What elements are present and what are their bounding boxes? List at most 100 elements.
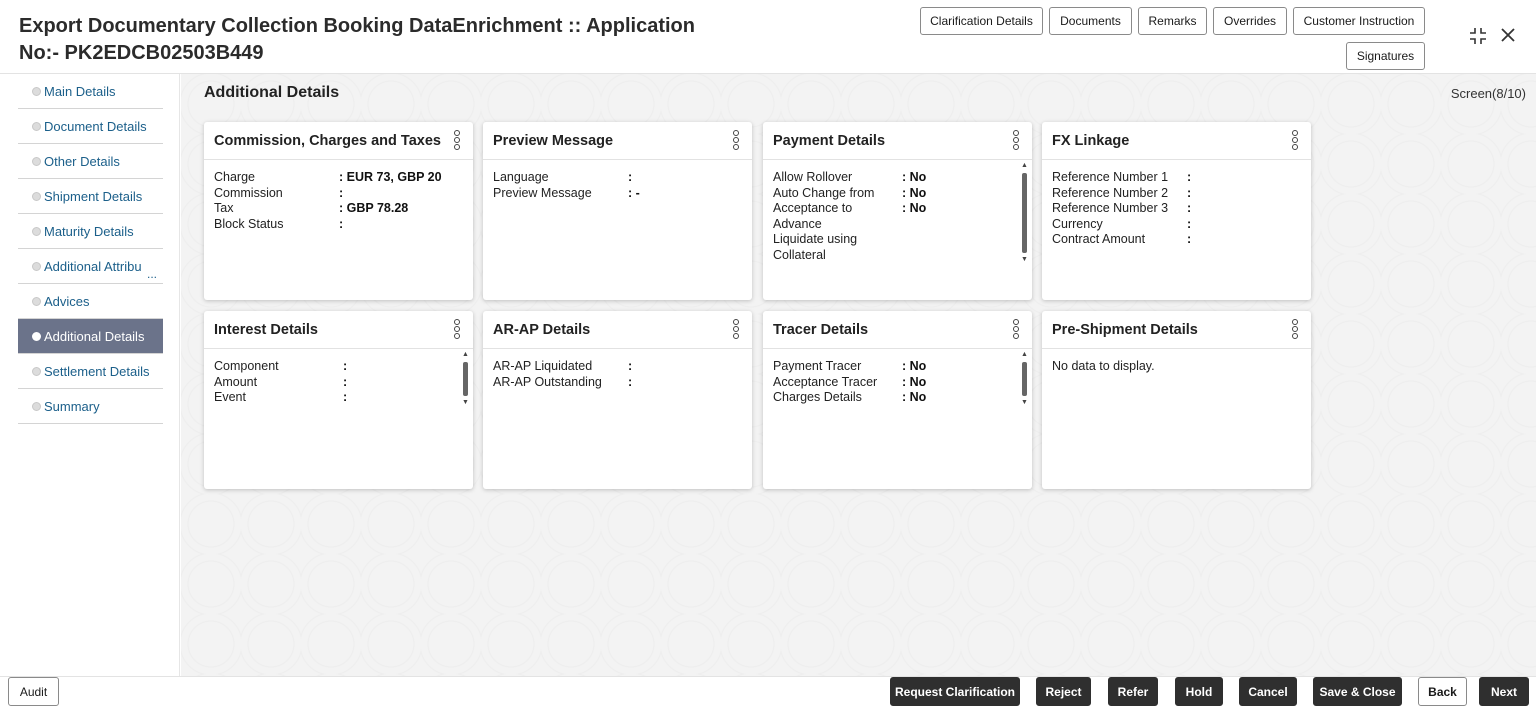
field-value: : — [339, 185, 344, 200]
card-body: AR-AP Liquidated: AR-AP Outstanding: — [483, 349, 752, 488]
field-value: : — [343, 374, 348, 389]
audit-button[interactable]: Audit — [8, 677, 59, 706]
field-row: Preview Message: - — [493, 186, 742, 202]
field-value: : — [628, 374, 633, 389]
overrides-button[interactable]: Overrides — [1213, 7, 1287, 35]
kebab-menu-icon[interactable] — [1012, 318, 1020, 340]
scroll-down-icon[interactable]: ▼ — [462, 399, 469, 407]
card-title: Payment Details — [773, 133, 886, 149]
sidebar-item-document-details[interactable]: Document Details — [18, 109, 163, 144]
card-header: FX Linkage — [1042, 122, 1311, 160]
card-body: Component: Amount: Event: ▲ ▼ — [204, 349, 473, 488]
field-label: Event — [214, 390, 246, 405]
remarks-button[interactable]: Remarks — [1138, 7, 1207, 35]
field-row: Reference Number 1: — [1052, 170, 1301, 186]
signatures-button[interactable]: Signatures — [1346, 42, 1425, 70]
kebab-menu-icon[interactable] — [1291, 129, 1299, 151]
kebab-menu-icon[interactable] — [732, 129, 740, 151]
documents-button[interactable]: Documents — [1049, 7, 1132, 35]
field-row: Payment Tracer: No — [773, 359, 1022, 375]
sidebar-item-additional-details[interactable]: Additional Details — [18, 319, 163, 354]
truncation-ellipsis: ... — [146, 267, 157, 281]
field-label: Charges Details — [773, 390, 862, 405]
field-value: : — [339, 216, 344, 231]
sidebar-item-other-details[interactable]: Other Details — [18, 144, 163, 179]
field-label: Commission — [214, 185, 283, 200]
step-dot-icon — [32, 226, 41, 236]
card-title: AR-AP Details — [493, 322, 591, 338]
page-header: Export Documentary Collection Booking Da… — [0, 0, 1536, 74]
refer-button[interactable]: Refer — [1108, 677, 1158, 706]
field-label: Charge — [214, 170, 255, 184]
request-clarification-button[interactable]: Request Clarification — [890, 677, 1020, 706]
field-value: : No — [902, 374, 927, 389]
field-value: : — [628, 170, 633, 184]
sidebar-item-label: Document Details — [44, 118, 147, 134]
scroll-up-icon[interactable]: ▲ — [1021, 351, 1028, 359]
card-title: Interest Details — [214, 322, 318, 338]
card-scrollbar[interactable]: ▲ ▼ — [1021, 351, 1029, 407]
scroll-down-icon[interactable]: ▼ — [1021, 399, 1028, 407]
card-ar-ap-details: AR-AP Details AR-AP Liquidated: AR-AP Ou… — [483, 311, 752, 489]
step-dot-icon — [32, 366, 41, 376]
maximize-icon[interactable] — [1468, 26, 1488, 50]
customer-instruction-button[interactable]: Customer Instruction — [1293, 7, 1425, 35]
reject-button[interactable]: Reject — [1036, 677, 1091, 706]
sidebar-item-advices[interactable]: Advices — [18, 284, 163, 319]
sidebar-item-summary[interactable]: Summary — [18, 389, 163, 424]
sidebar-item-label: Settlement Details — [44, 363, 150, 379]
field-label: Tax — [214, 201, 234, 216]
scroll-thumb[interactable] — [463, 362, 468, 396]
field-label: AR-AP Outstanding — [493, 374, 602, 389]
field-value: : No — [902, 390, 927, 405]
field-row: Commission: — [214, 186, 463, 202]
kebab-menu-icon[interactable] — [453, 129, 461, 151]
sidebar-item-label: Advices — [44, 293, 90, 309]
step-dot-icon — [32, 261, 41, 271]
field-value: : — [1187, 185, 1192, 200]
card-payment-details: Payment Details Allow Rollover: No Auto … — [763, 122, 1032, 300]
scroll-thumb[interactable] — [1022, 362, 1027, 396]
kebab-menu-icon[interactable] — [453, 318, 461, 340]
card-body: Charge: EUR 73, GBP 20 Commission: Tax: … — [204, 160, 473, 299]
field-row: Tax: GBP 78.28 — [214, 201, 463, 217]
page-title: Export Documentary Collection Booking Da… — [19, 15, 695, 64]
kebab-menu-icon[interactable] — [732, 318, 740, 340]
clarification-details-button[interactable]: Clarification Details — [920, 7, 1043, 35]
scroll-thumb[interactable] — [1022, 173, 1027, 253]
save-close-button[interactable]: Save & Close — [1313, 677, 1402, 706]
cancel-button[interactable]: Cancel — [1239, 677, 1297, 706]
field-label: Block Status — [214, 216, 284, 231]
hold-button[interactable]: Hold — [1175, 677, 1223, 706]
sidebar-item-settlement-details[interactable]: Settlement Details — [18, 354, 163, 389]
close-icon[interactable] — [1499, 26, 1517, 48]
step-dot-icon — [32, 331, 41, 341]
back-button[interactable]: Back — [1418, 677, 1467, 706]
field-label: Amount — [214, 374, 258, 389]
card-commission-charges-taxes: Commission, Charges and Taxes Charge: EU… — [204, 122, 473, 300]
field-row: Charge: EUR 73, GBP 20 — [214, 170, 463, 186]
field-value: : No — [902, 201, 927, 216]
step-dot-icon — [32, 191, 41, 201]
sidebar-item-maturity-details[interactable]: Maturity Details — [18, 214, 163, 249]
card-interest-details: Interest Details Component: Amount: Even… — [204, 311, 473, 489]
next-button[interactable]: Next — [1479, 677, 1529, 706]
card-header: AR-AP Details — [483, 311, 752, 349]
step-dot-icon — [32, 156, 41, 166]
kebab-menu-icon[interactable] — [1291, 318, 1299, 340]
kebab-menu-icon[interactable] — [1012, 129, 1020, 151]
scroll-up-icon[interactable]: ▲ — [462, 351, 469, 359]
scroll-down-icon[interactable]: ▼ — [1021, 256, 1028, 264]
card-scrollbar[interactable]: ▲ ▼ — [1021, 162, 1029, 264]
card-title: Commission, Charges and Taxes — [214, 133, 441, 149]
field-row: Reference Number 3: — [1052, 201, 1301, 217]
field-label: Liquidate using Collateral — [773, 232, 858, 262]
sidebar-item-main-details[interactable]: Main Details — [18, 74, 163, 109]
field-row: Contract Amount: — [1052, 232, 1301, 248]
card-scrollbar[interactable]: ▲ ▼ — [462, 351, 470, 407]
card-pre-shipment-details: Pre-Shipment Details No data to display. — [1042, 311, 1311, 489]
scroll-up-icon[interactable]: ▲ — [1021, 162, 1028, 170]
sidebar-item-additional-attributes[interactable]: Additional Attribu ... — [18, 249, 163, 284]
step-dot-icon — [32, 86, 41, 96]
sidebar-item-shipment-details[interactable]: Shipment Details — [18, 179, 163, 214]
